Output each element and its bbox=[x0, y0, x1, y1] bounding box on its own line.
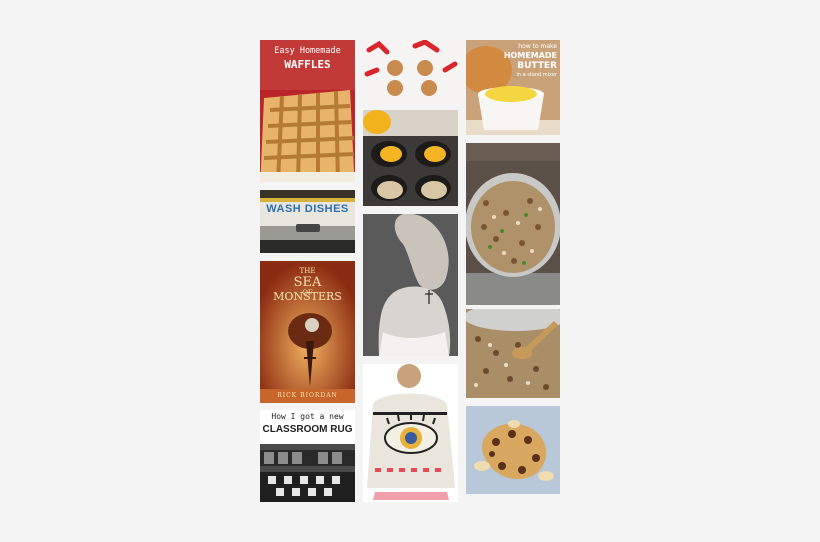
book-author: RICK RIORDAN bbox=[277, 392, 338, 399]
waffle-title-line2: WAFFLES bbox=[284, 58, 331, 71]
stuffing-closeup-photo bbox=[466, 309, 560, 398]
tile-sea-of-monsters[interactable]: THE SEA OF MONSTERS RICK RIORDAN bbox=[260, 261, 355, 403]
book-title-the: THE bbox=[299, 267, 316, 275]
cookies-photo bbox=[363, 40, 458, 103]
tile-cookies[interactable] bbox=[363, 40, 458, 103]
tile-pastry[interactable] bbox=[466, 406, 560, 494]
tile-muffin-tin[interactable] bbox=[363, 110, 458, 206]
butter-title-line1: how to make bbox=[518, 43, 557, 50]
tattoo-photo bbox=[363, 214, 458, 356]
muffin-tin-photo bbox=[363, 110, 458, 206]
book-title-sea: SEA bbox=[293, 275, 322, 290]
butter-title-line2: HOMEMADE bbox=[503, 51, 557, 60]
wash-dishes-label: WASH DISHES bbox=[266, 203, 349, 215]
skillet-photo bbox=[466, 143, 560, 305]
tile-homemade-butter[interactable]: how to make HOMEMADE BUTTER in a stand m… bbox=[466, 40, 560, 135]
wash-dishes-photo bbox=[260, 190, 355, 253]
tile-eye-cardigan[interactable] bbox=[363, 364, 458, 502]
rug-title-line1: How I got a new bbox=[271, 412, 344, 421]
tile-skillet-stuffing[interactable] bbox=[466, 143, 560, 305]
waffle-title-line1: Easy Homemade bbox=[274, 46, 341, 56]
book-title-monsters: MONSTERS bbox=[273, 290, 342, 303]
tile-waffles[interactable]: Easy Homemade WAFFLES bbox=[260, 40, 355, 182]
tile-classroom-rug[interactable]: How I got a new CLASSROOM RUG bbox=[260, 410, 355, 502]
tile-wash-dishes[interactable]: WASH DISHES bbox=[260, 190, 355, 253]
tile-cross-tattoo[interactable] bbox=[363, 214, 458, 356]
butter-title-line4: in a stand mixer bbox=[516, 72, 557, 78]
tile-stuffing-closeup[interactable] bbox=[466, 309, 560, 398]
rug-title-line2: CLASSROOM RUG bbox=[262, 424, 353, 435]
cardigan-photo bbox=[363, 364, 458, 502]
pastry-photo bbox=[466, 406, 560, 494]
butter-title-line3: BUTTER bbox=[517, 61, 557, 71]
